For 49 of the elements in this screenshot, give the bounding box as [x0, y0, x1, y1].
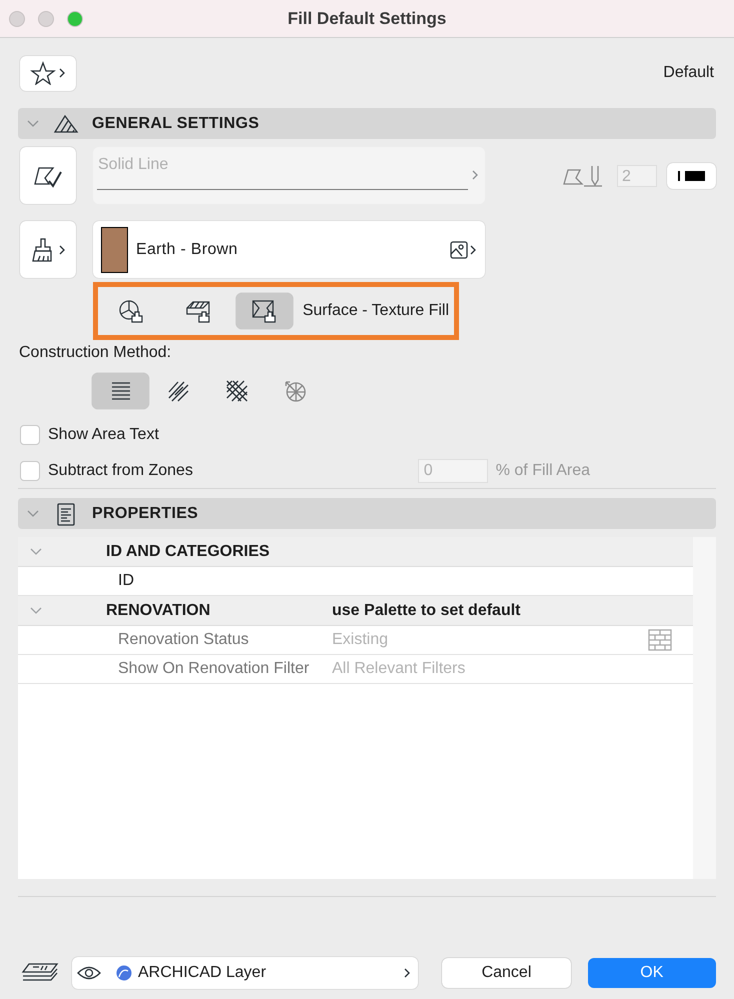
- collapse-chevron-icon: [27, 120, 39, 127]
- default-label: Default: [663, 63, 714, 83]
- collapse-chevron-icon: [27, 510, 39, 517]
- window-title: Fill Default Settings: [288, 8, 446, 30]
- fill-area-label: % of Fill Area: [496, 461, 590, 481]
- pen-color-button[interactable]: [667, 162, 716, 188]
- group-title: RENOVATION: [106, 600, 212, 620]
- checkbox[interactable]: [20, 425, 40, 445]
- chevron-icon: [58, 244, 66, 256]
- chevron-icon: [58, 67, 66, 79]
- section-header[interactable]: GENERAL SETTINGS: [18, 108, 716, 139]
- image-icon: [449, 240, 469, 260]
- pen-swatch-icon: [676, 168, 706, 182]
- section-title: PROPERTIES: [92, 504, 198, 524]
- ok-button[interactable]: OK: [588, 958, 716, 988]
- star-icon: [30, 61, 56, 85]
- pen-icon: [562, 164, 604, 188]
- pie-brush-icon: [118, 298, 144, 324]
- line-type-button[interactable]: [20, 147, 76, 204]
- texture-brush-icon: [251, 298, 278, 324]
- fill-name: Earth - Brown: [136, 240, 238, 260]
- layer-icon: [116, 965, 132, 981]
- group-value: use Palette to set default: [332, 600, 520, 620]
- property-name: Renovation Status: [118, 630, 250, 650]
- construction-method-button[interactable]: [92, 373, 149, 409]
- checkbox[interactable]: [20, 461, 40, 481]
- crosshatch-icon: [224, 378, 250, 404]
- chevron-icon: [471, 169, 479, 181]
- property-name: ID: [118, 571, 135, 591]
- checkbox-label: Show Area Text: [48, 425, 159, 445]
- eye-icon: [77, 965, 101, 981]
- construction-method-label: Construction Method:: [19, 343, 172, 363]
- property-value: All Relevant Filters: [332, 659, 466, 679]
- cancel-button[interactable]: Cancel: [442, 958, 571, 988]
- favorites-button[interactable]: [20, 56, 76, 90]
- chevron-icon: [403, 967, 412, 979]
- chevron-icon: [469, 244, 477, 256]
- layer-selector[interactable]: ARCHICAD Layer: [72, 957, 418, 989]
- property-value: Existing: [332, 630, 388, 650]
- property-name: Show On Renovation Filter: [118, 659, 310, 679]
- fill-type-button[interactable]: [236, 293, 293, 329]
- layer-name: ARCHICAD Layer: [138, 963, 266, 983]
- group-title: ID AND CATEGORIES: [106, 542, 271, 562]
- checkbox-label: Subtract from Zones: [48, 461, 193, 481]
- section-header[interactable]: PROPERTIES: [18, 498, 716, 529]
- fill-selector[interactable]: Earth - Brown: [93, 221, 485, 278]
- fill-brush-button[interactable]: [20, 221, 76, 278]
- fill-type-label: Surface - Texture Fill: [302, 301, 450, 321]
- section-title: GENERAL SETTINGS: [92, 114, 260, 134]
